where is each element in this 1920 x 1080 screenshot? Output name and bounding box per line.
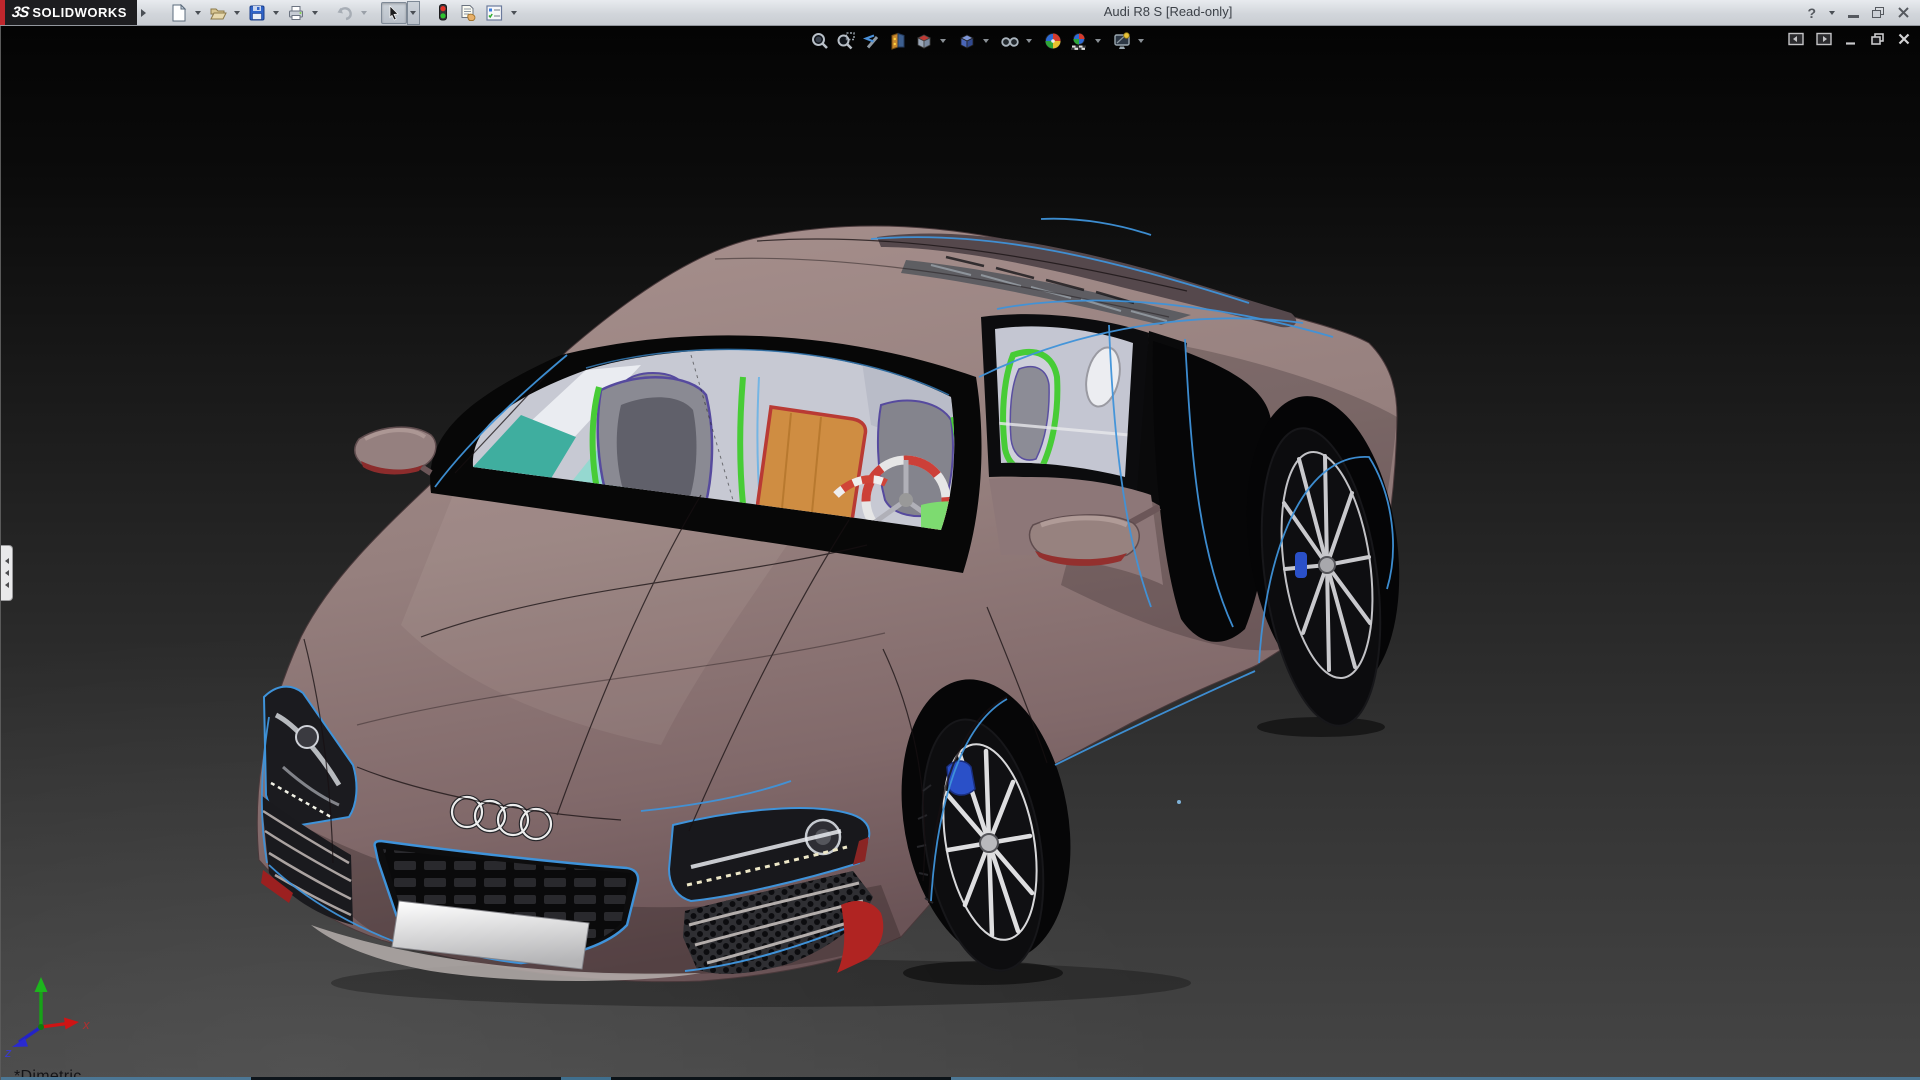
rebuild-button[interactable] — [430, 2, 456, 24]
doc-close-icon — [1897, 32, 1911, 46]
panel-right-icon — [1816, 32, 1832, 46]
doc-restore-button[interactable] — [1870, 32, 1885, 46]
print-button[interactable] — [283, 2, 309, 24]
edit-appearance-icon — [1043, 31, 1063, 51]
view-orientation-button[interactable] — [911, 28, 936, 54]
section-view-icon — [888, 31, 908, 51]
heads-up-view-toolbar — [807, 28, 1146, 54]
doc-minimize-icon — [1844, 32, 1858, 46]
3d-model-audi-r8[interactable] — [1, 25, 1920, 1080]
side-window[interactable] — [981, 314, 1149, 493]
menu-expand-icon[interactable] — [141, 9, 146, 17]
view-orientation-dropdown[interactable] — [937, 28, 948, 54]
rebuild-icon — [435, 3, 451, 22]
title-bar: 3S SOLIDWORKS — [0, 0, 1920, 26]
options-button[interactable] — [482, 2, 508, 24]
display-style-dropdown[interactable] — [980, 28, 991, 54]
zoom-to-area-button[interactable] — [833, 28, 858, 54]
apply-scene-dropdown[interactable] — [1092, 28, 1103, 54]
apply-scene-button[interactable] — [1066, 28, 1091, 54]
triad-z-label: z — [4, 1045, 12, 1060]
new-button[interactable] — [166, 2, 192, 24]
document-window-controls — [1788, 32, 1911, 46]
select-dropdown[interactable] — [407, 1, 420, 25]
restore-icon[interactable] — [1872, 7, 1884, 18]
window-title: Audi R8 S [Read-only] — [1104, 4, 1233, 19]
solidworks-logo-mark: 3S — [11, 4, 30, 21]
help-button[interactable]: ? — [1807, 5, 1816, 21]
print-icon — [287, 4, 305, 22]
door-interior[interactable] — [986, 315, 1146, 485]
apply-scene-icon — [1069, 31, 1089, 51]
toolbar-group-file — [166, 1, 322, 25]
open-icon — [209, 4, 227, 22]
feature-pane-collapse-tab[interactable] — [1, 545, 13, 601]
help-dropdown[interactable] — [1829, 11, 1835, 15]
display-style-icon — [957, 31, 977, 51]
save-icon — [248, 4, 266, 22]
undo-dropdown[interactable] — [358, 1, 371, 25]
doc-restore-icon — [1870, 32, 1885, 46]
view-settings-icon — [1112, 31, 1132, 51]
view-settings-button[interactable] — [1109, 28, 1134, 54]
zoom-to-area-icon — [836, 31, 856, 51]
triad-z-axis — [19, 1027, 41, 1042]
new-dropdown[interactable] — [192, 1, 205, 25]
window-controls: ? — [1807, 0, 1910, 25]
toolbar-group-edit — [332, 1, 371, 25]
save-button[interactable] — [244, 2, 270, 24]
hide-show-items-button[interactable] — [997, 28, 1022, 54]
triad-x-label: x — [82, 1017, 90, 1032]
left-mirror[interactable] — [355, 427, 436, 474]
rear-brake-caliper — [1295, 552, 1307, 578]
previous-view-button[interactable] — [859, 28, 884, 54]
options-icon — [485, 4, 504, 22]
graphics-viewport[interactable]: x z *Dimetric — [0, 25, 1920, 1080]
new-document-icon — [170, 4, 188, 22]
stray-vertex-dot — [1177, 800, 1181, 804]
doc-minimize-button[interactable] — [1844, 32, 1858, 46]
front-brake-caliper — [947, 761, 975, 795]
view-settings-dropdown[interactable] — [1135, 28, 1146, 54]
show-left-pane-button[interactable] — [1788, 32, 1804, 46]
hide-show-items-icon — [1000, 31, 1020, 51]
file-properties-icon — [459, 4, 478, 22]
open-button[interactable] — [205, 2, 231, 24]
view-orientation-icon — [914, 31, 934, 51]
select-icon — [385, 4, 402, 22]
reference-triad: x z — [3, 969, 98, 1064]
solidworks-logo: 3S SOLIDWORKS — [5, 0, 137, 25]
main-toolbar — [166, 1, 530, 25]
doc-close-button[interactable] — [1897, 32, 1911, 46]
panel-left-icon — [1788, 32, 1804, 46]
hide-show-items-dropdown[interactable] — [1023, 28, 1034, 54]
undo-button[interactable] — [332, 2, 358, 24]
undo-icon — [335, 4, 354, 22]
toolbar-group-tools — [430, 1, 521, 25]
display-style-button[interactable] — [954, 28, 979, 54]
solidworks-logo-text: SOLIDWORKS — [32, 5, 127, 20]
toolbar-group-select — [381, 1, 420, 25]
minimize-icon[interactable] — [1848, 15, 1859, 18]
previous-view-icon — [862, 31, 882, 51]
options-dropdown[interactable] — [508, 1, 521, 25]
save-dropdown[interactable] — [270, 1, 283, 25]
print-dropdown[interactable] — [309, 1, 322, 25]
zoom-to-fit-button[interactable] — [807, 28, 832, 54]
section-view-button[interactable] — [885, 28, 910, 54]
show-right-pane-button[interactable] — [1816, 32, 1832, 46]
file-properties-button[interactable] — [456, 2, 482, 24]
edit-appearance-button[interactable] — [1040, 28, 1065, 54]
open-dropdown[interactable] — [231, 1, 244, 25]
close-icon[interactable] — [1897, 6, 1910, 19]
zoom-to-fit-icon — [810, 31, 830, 51]
select-button[interactable] — [381, 2, 407, 24]
